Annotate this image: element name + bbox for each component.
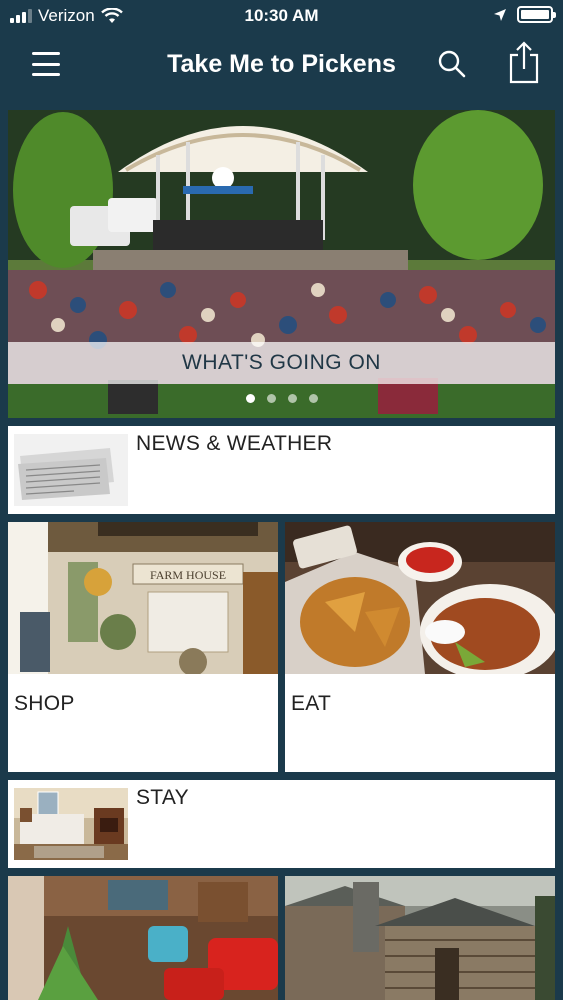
nav-bar: Take Me to Pickens <box>0 34 563 98</box>
shop-tile[interactable]: FARM HOUSE SHOP <box>8 522 278 772</box>
cabin-photo <box>285 876 555 1000</box>
shop-label: SHOP <box>14 692 75 715</box>
pager-dot[interactable] <box>287 394 297 403</box>
carousel-pager[interactable] <box>8 394 555 403</box>
cabin-tile[interactable] <box>285 876 555 1000</box>
status-right <box>493 6 556 23</box>
pager-dot[interactable] <box>308 394 318 403</box>
stay-tile[interactable]: STAY <box>8 780 555 868</box>
svg-text:FARM HOUSE: FARM HOUSE <box>150 568 226 582</box>
pager-dot[interactable] <box>245 394 255 403</box>
share-icon[interactable] <box>506 40 542 84</box>
newspaper-thumbnail <box>14 434 128 506</box>
shop-photo: FARM HOUSE <box>8 522 278 674</box>
eat-label: EAT <box>291 692 332 715</box>
salon-photo <box>8 876 278 1000</box>
pager-dot[interactable] <box>266 394 276 403</box>
news-weather-label: NEWS & WEATHER <box>136 432 333 455</box>
battery-icon <box>517 6 556 23</box>
page-title: Take Me to Pickens <box>167 50 396 78</box>
whats-going-on-label: WHAT'S GOING ON <box>8 342 555 384</box>
stay-label: STAY <box>136 786 189 809</box>
whats-going-on-tile[interactable]: WHAT'S GOING ON <box>8 110 555 418</box>
eat-tile[interactable]: EAT <box>285 522 555 772</box>
eat-photo <box>285 522 555 674</box>
news-weather-tile[interactable]: NEWS & WEATHER <box>8 426 555 514</box>
salon-tile[interactable] <box>8 876 278 1000</box>
status-bar: Verizon 10:30 AM <box>0 0 563 34</box>
clock: 10:30 AM <box>244 6 319 25</box>
search-icon[interactable] <box>436 48 468 80</box>
location-arrow-icon <box>494 8 506 21</box>
bedroom-thumbnail <box>14 788 128 860</box>
